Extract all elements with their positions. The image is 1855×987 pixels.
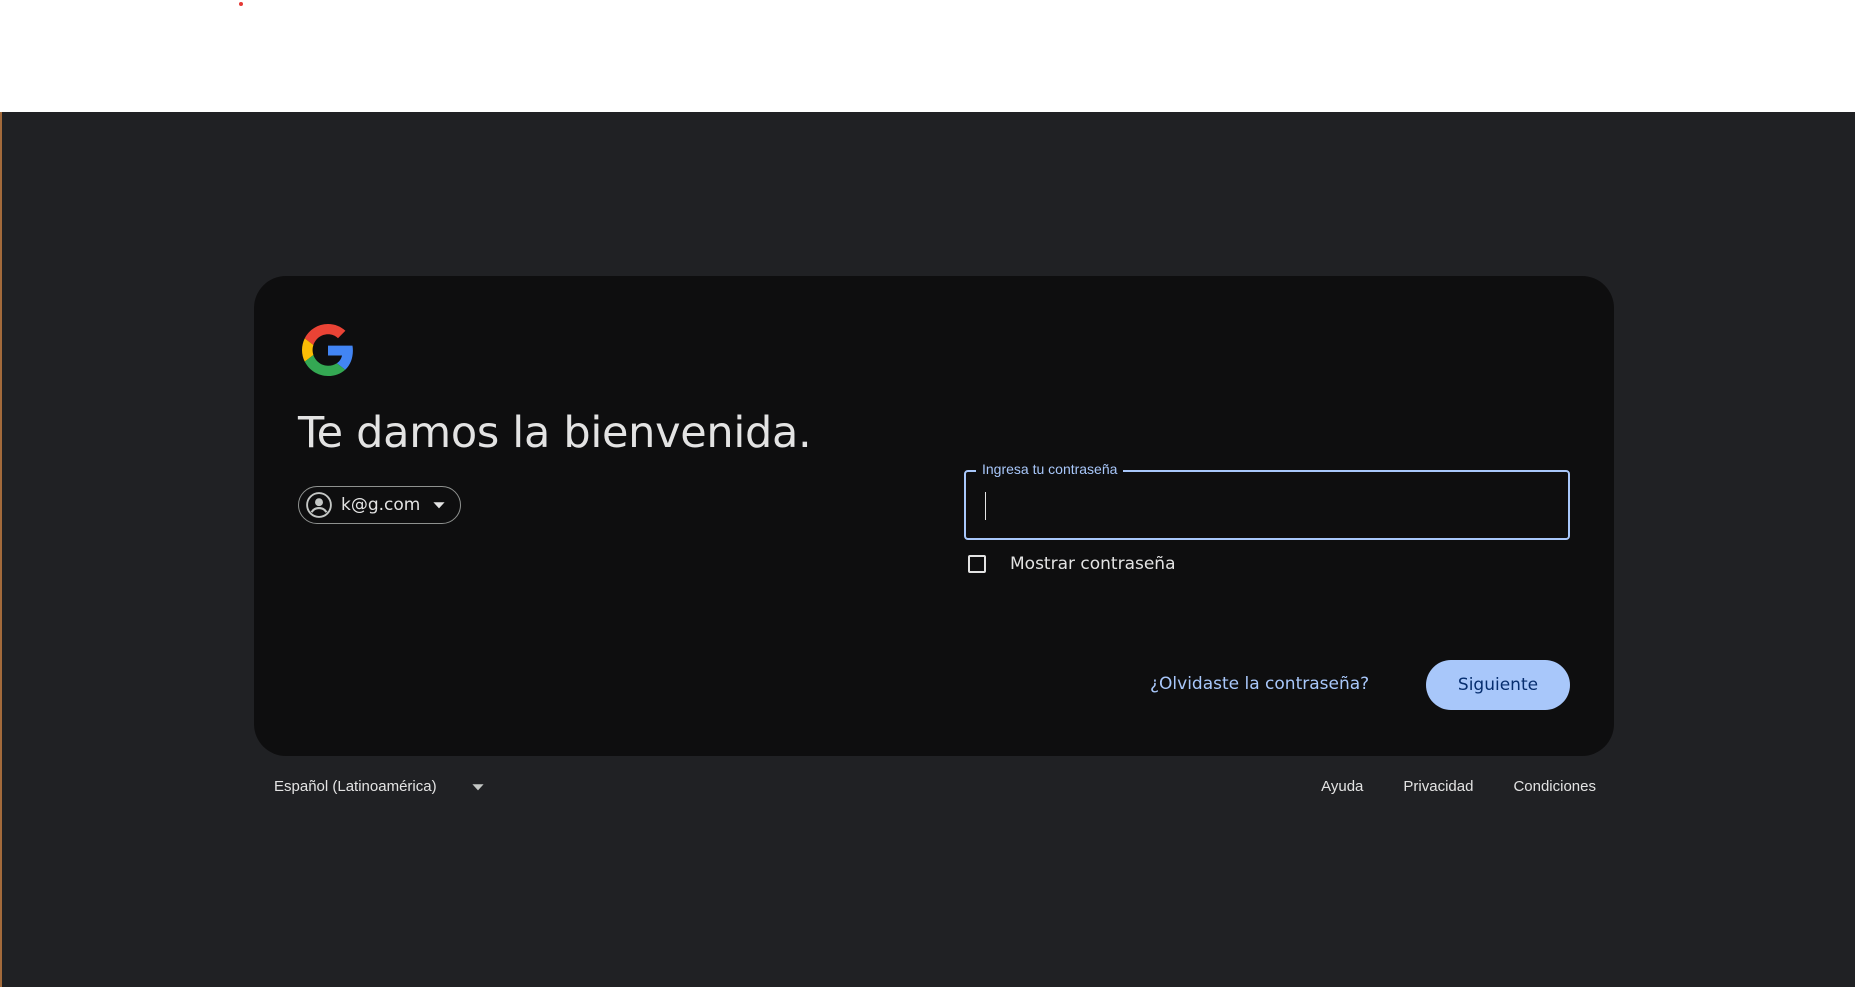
google-g-icon	[302, 324, 353, 376]
account-chooser[interactable]: k@g.com	[298, 486, 462, 524]
password-input[interactable]	[982, 486, 1556, 526]
password-label: Ingresa tu contraseña	[976, 461, 1124, 477]
privacy-link[interactable]: Privacidad	[1403, 778, 1473, 795]
signin-page: Te damos la bienvenida. k@g.com Ingresa …	[0, 112, 1855, 987]
password-field: Ingresa tu contraseña	[964, 461, 1570, 540]
footer: Español (Latinoamérica) Ayuda Privacidad…	[254, 778, 1614, 808]
show-password-label[interactable]: Mostrar contraseña	[1010, 554, 1176, 574]
show-password-row: Mostrar contraseña	[968, 554, 1176, 574]
top-blank-area	[0, 0, 1855, 112]
signin-card: Te damos la bienvenida. k@g.com Ingresa …	[254, 276, 1614, 756]
text-cursor	[985, 492, 986, 520]
language-label: Español (Latinoamérica)	[274, 778, 437, 795]
terms-link[interactable]: Condiciones	[1513, 778, 1596, 795]
account-email: k@g.com	[341, 495, 421, 515]
language-selector[interactable]: Español (Latinoamérica)	[274, 778, 485, 795]
account-circle-icon	[306, 492, 332, 518]
caret-down-icon	[433, 502, 445, 509]
caret-down-icon	[471, 783, 484, 790]
show-password-checkbox[interactable]	[968, 555, 986, 573]
help-link[interactable]: Ayuda	[1321, 778, 1363, 795]
footer-links: Ayuda Privacidad Condiciones	[1321, 778, 1596, 795]
red-dot-marker	[239, 2, 243, 6]
next-button[interactable]: Siguiente	[1426, 660, 1570, 710]
forgot-password-link[interactable]: ¿Olvidaste la contraseña?	[1150, 674, 1369, 694]
page-title: Te damos la bienvenida.	[298, 408, 812, 458]
